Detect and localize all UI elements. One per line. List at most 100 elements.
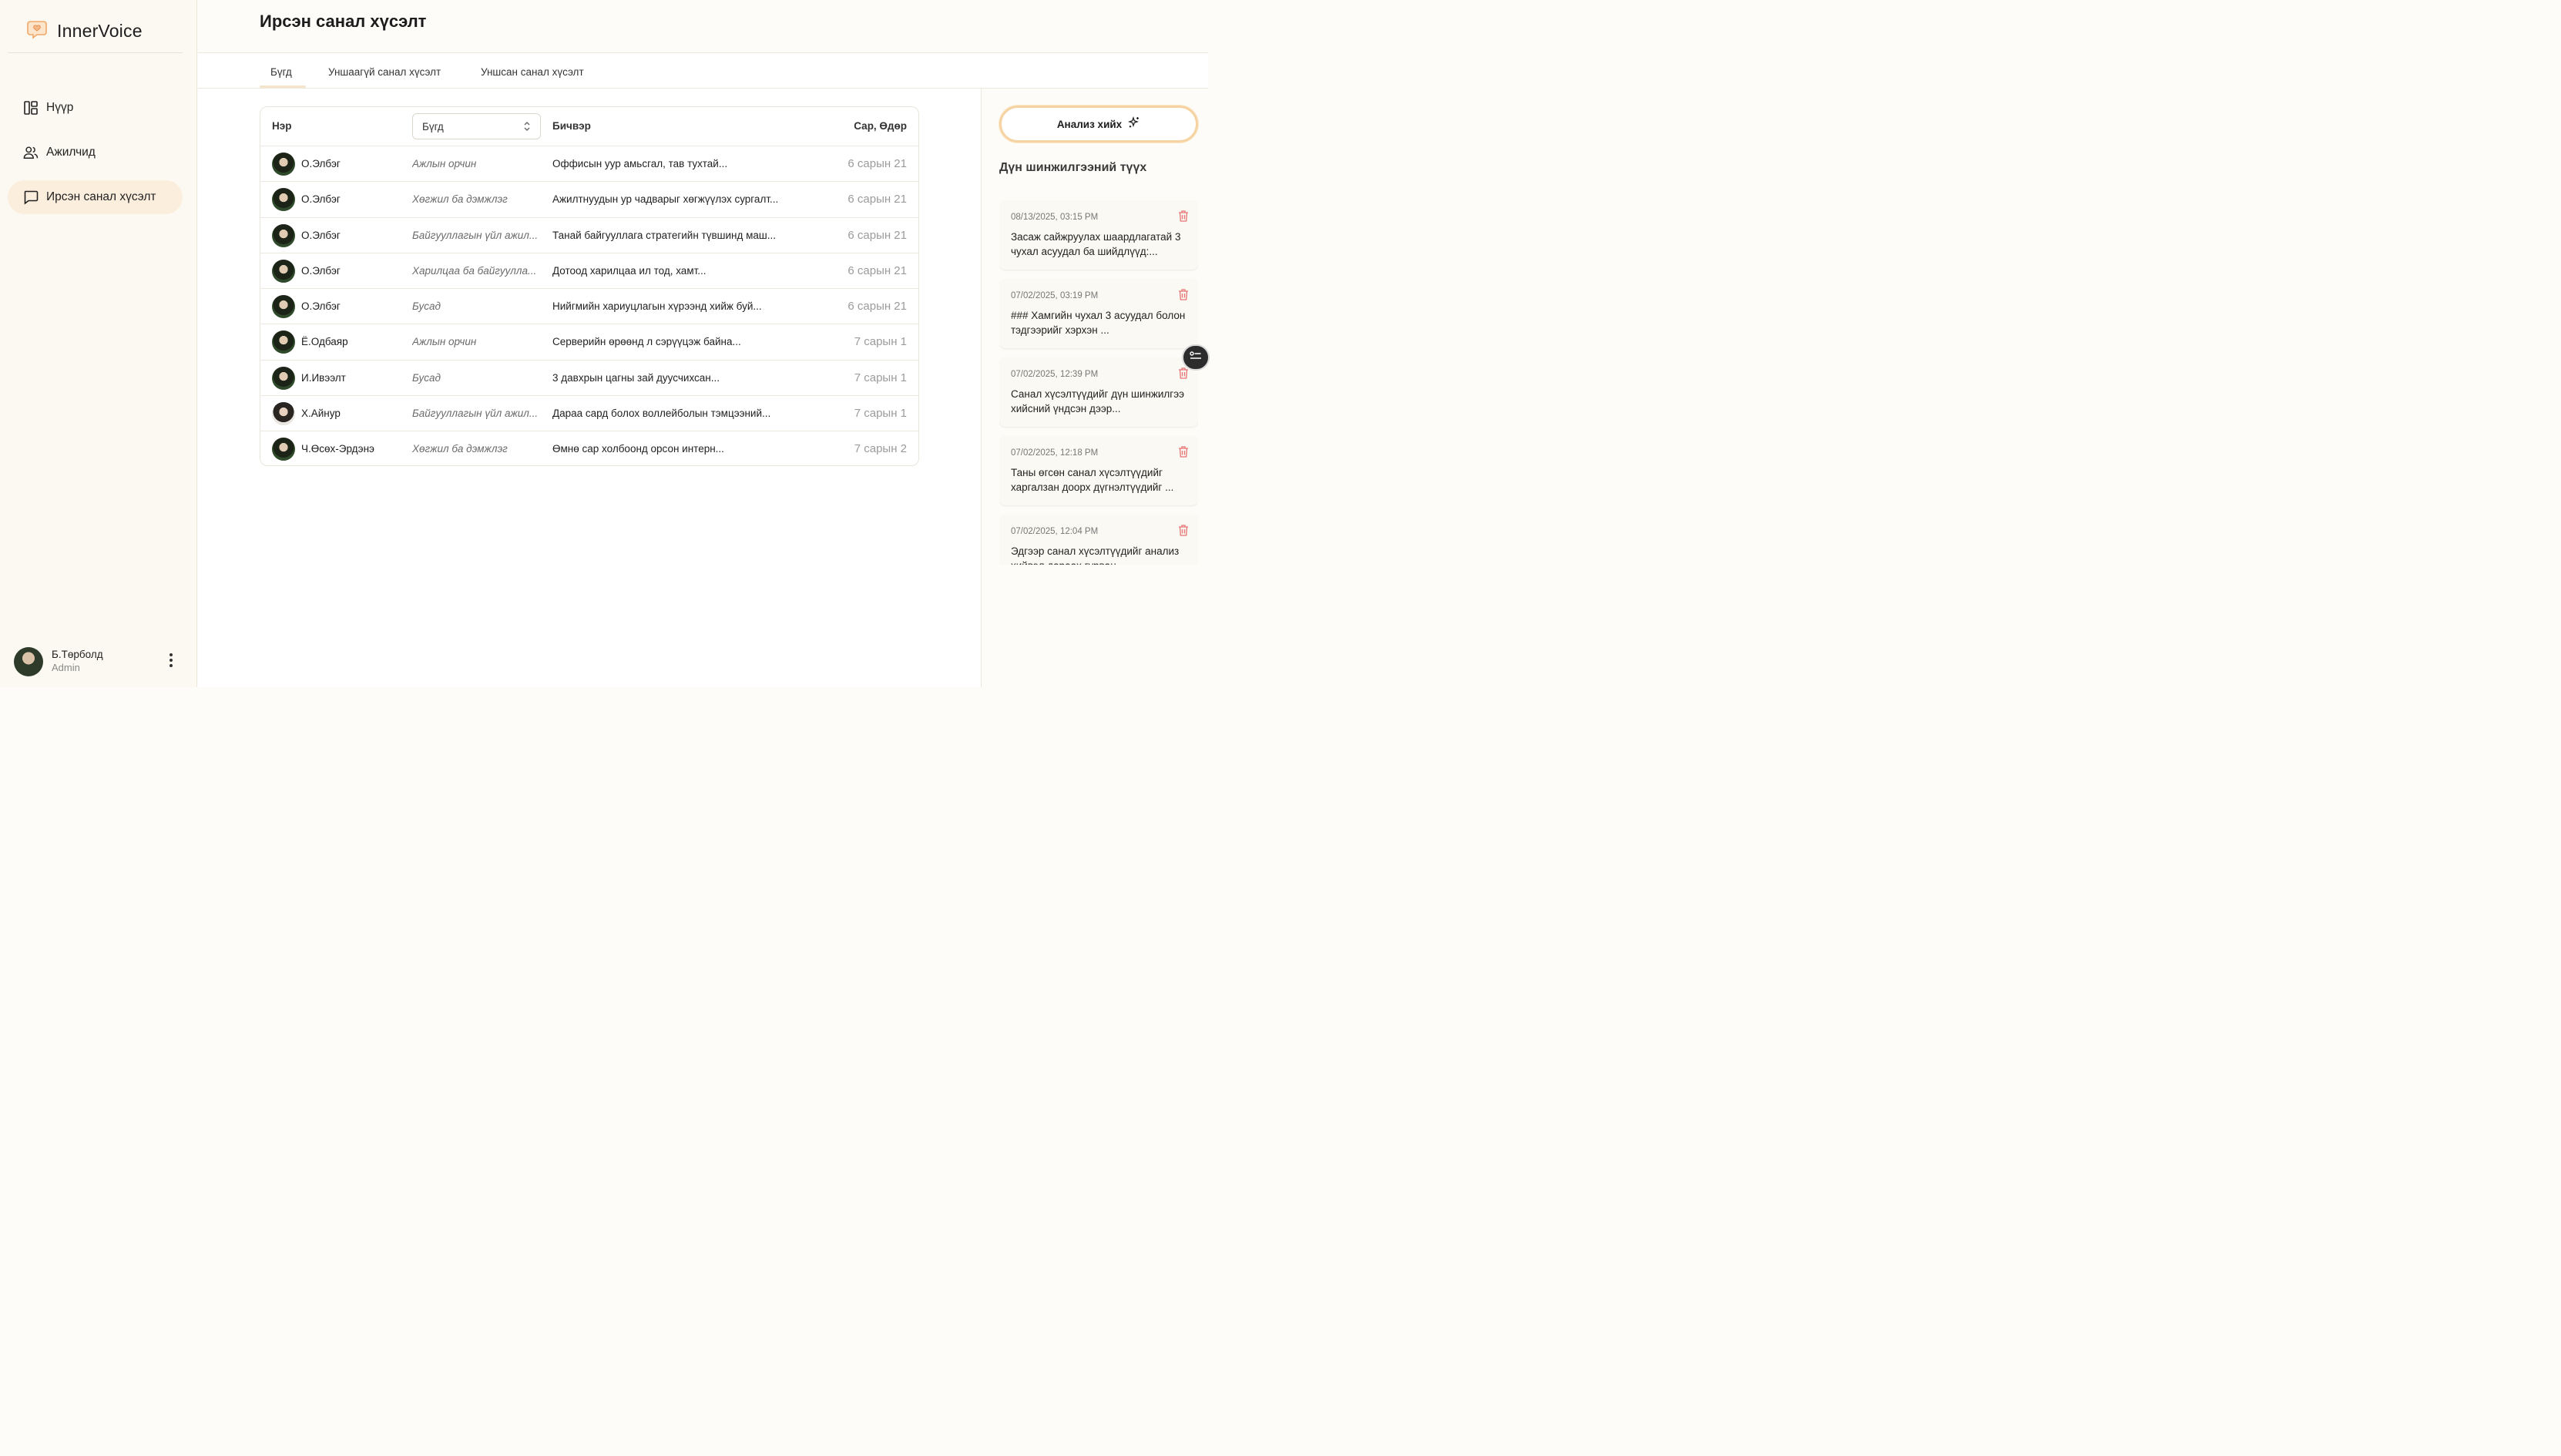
trash-icon[interactable] (1177, 367, 1190, 384)
table-row[interactable]: О.Элбэг Ажлын орчин Оффисын уур амьсгал,… (260, 146, 918, 183)
row-date: 6 сарын 21 (848, 157, 907, 170)
sidebar: InnerVoice Нүүр Ажилчид Ирсэн санал хүсэ… (0, 0, 197, 687)
row-category: Хөгжил ба дэмжлэг (412, 443, 508, 455)
analysis-panel: Анализ хийх Дүн шинжилгээний түүх 08/13/… (981, 89, 1208, 687)
row-date: 6 сарын 21 (848, 263, 907, 277)
user-name: Б.Төрболд (52, 649, 103, 661)
row-date: 6 сарын 21 (848, 300, 907, 314)
sidebar-item-label: Ажилчид (46, 146, 96, 159)
history-item-date: 07/02/2025, 03:19 PM (1011, 291, 1099, 300)
main-nav: Нүүр Ажилчид Ирсэн санал хүсэлт (8, 91, 183, 225)
row-category: Байгууллагын үйл ажил... (412, 408, 539, 420)
row-name: О.Элбэг (301, 229, 341, 241)
avatar (272, 330, 295, 354)
trash-icon[interactable] (1177, 288, 1190, 305)
sidebar-item-label: Нүүр (46, 101, 74, 114)
user-info: Б.Төрболд Admin (52, 649, 103, 674)
table-row[interactable]: И.Ивээлт Бусад 3 давхрын цагны зай дуусч… (260, 361, 918, 397)
toggle-panel-button[interactable] (1182, 344, 1210, 371)
avatar (272, 402, 295, 426)
row-message: 3 давхрын цагны зай дуусчихсан... (552, 371, 720, 384)
page-header: Ирсэн санал хүсэлт (198, 0, 1208, 53)
history-item-text: Таны өгсөн санал хүсэлтүүдийг харгалзан … (1011, 467, 1174, 493)
history-item[interactable]: 07/02/2025, 12:04 PM Эдгээр санал хүсэлт… (999, 515, 1198, 565)
history-item-text: Санал хүсэлтүүдийг дүн шинжилгээ хийсний… (1011, 388, 1184, 414)
history-item[interactable]: 07/02/2025, 12:39 PM Санал хүсэлтүүдийг … (999, 357, 1198, 427)
divider (8, 52, 183, 53)
row-name: И.Ивээлт (301, 371, 346, 384)
sidebar-item-home[interactable]: Нүүр (8, 91, 183, 125)
row-category: Ажлын орчин (412, 336, 477, 348)
column-header-name[interactable]: Нэр (272, 120, 291, 132)
category-filter-select[interactable]: Бүгд (412, 113, 541, 139)
tab-unread[interactable]: Уншаагүй санал хүсэлт (328, 66, 441, 78)
row-name: О.Элбэг (301, 158, 341, 169)
history-item-text: ### Хамгийн чухал 3 асуудал болон тэдгээ… (1011, 310, 1186, 336)
avatar (272, 188, 295, 212)
sidebar-item-feedback[interactable]: Ирсэн санал хүсэлт (8, 180, 183, 214)
row-date: 6 сарын 21 (848, 228, 907, 242)
analyze-button[interactable]: Анализ хийх (999, 106, 1198, 143)
table-row[interactable]: Ч.Өсөх-Эрдэнэ Хөгжил ба дэмжлэг Өмнө сар… (260, 431, 918, 465)
avatar (272, 295, 295, 319)
row-message: Дотоод харилцаа ил тод, хамт... (552, 264, 707, 277)
row-message: Серверийн өрөөнд л сэрүүцэж байна... (552, 336, 741, 348)
feedback-table: Нэр Бүгд Бичвэр Сар, Өдөр О.Элбэг Ажлын … (260, 106, 919, 466)
table-row[interactable]: О.Элбэг Хөгжил ба дэмжлэг Ажилтнуудын ур… (260, 182, 918, 218)
user-role: Admin (52, 662, 80, 674)
row-name: О.Элбэг (301, 193, 341, 206)
brand[interactable]: InnerVoice (26, 18, 143, 44)
row-message: Өмнө сар холбоонд орсон интерн... (552, 443, 724, 455)
row-category: Ажлын орчин (412, 158, 477, 169)
row-name: О.Элбэг (301, 300, 341, 313)
chat-heart-logo-icon (26, 18, 48, 44)
list-filter-icon (1190, 351, 1202, 365)
history-item-date: 08/13/2025, 03:15 PM (1011, 213, 1099, 222)
table-row[interactable]: О.Элбэг Бусад Нийгмийн хариуцлагын хүрээ… (260, 289, 918, 325)
page-title: Ирсэн санал хүсэлт (260, 12, 427, 31)
trash-icon[interactable] (1177, 524, 1190, 541)
trash-icon[interactable] (1177, 210, 1190, 226)
active-tab-indicator (260, 86, 306, 88)
avatar (272, 223, 295, 247)
avatar (14, 647, 43, 676)
row-message: Оффисын уур амьсгал, тав тухтай... (552, 158, 728, 169)
history-item-text: Эдгээр санал хүсэлтүүдийг анализ хийвэл … (1011, 545, 1180, 565)
row-category: Бусад (412, 300, 441, 313)
tab-all[interactable]: Бүгд (270, 66, 292, 78)
user-profile[interactable]: Б.Төрболд Admin (14, 646, 183, 678)
table-row[interactable]: Х.Айнур Байгууллагын үйл ажил... Дараа с… (260, 396, 918, 432)
sidebar-item-label: Ирсэн санал хүсэлт (46, 190, 156, 203)
history-item-date: 07/02/2025, 12:18 PM (1011, 448, 1099, 458)
table-row[interactable]: О.Элбэг Харилцаа ба байгууллa... Дотоод … (260, 253, 918, 290)
column-header-date[interactable]: Сар, Өдөр (854, 120, 907, 132)
avatar (272, 259, 295, 283)
row-category: Бусад (412, 371, 441, 384)
row-date: 7 сарын 1 (854, 407, 907, 421)
tab-read[interactable]: Уншсан санал хүсэлт (481, 66, 584, 78)
history-item-date: 07/02/2025, 12:04 PM (1011, 527, 1099, 536)
history-item[interactable]: 07/02/2025, 03:19 PM ### Хамгийн чухал 3… (999, 279, 1198, 348)
sidebar-item-employees[interactable]: Ажилчид (8, 136, 183, 169)
row-message: Ажилтнуудын ур чадварыг хөгжүүлэх сургал… (552, 193, 779, 206)
more-vertical-icon[interactable] (170, 653, 173, 667)
row-category: Байгууллагын үйл ажил... (412, 229, 539, 241)
avatar (272, 438, 295, 461)
trash-icon[interactable] (1177, 445, 1190, 462)
table-header: Нэр Бүгд Бичвэр Сар, Өдөр (260, 107, 918, 146)
column-header-message[interactable]: Бичвэр (552, 120, 591, 132)
row-name: Ч.Өсөх-Эрдэнэ (301, 443, 374, 455)
tab-bar: Бүгд Уншаагүй санал хүсэлт Уншсан санал … (198, 53, 1208, 89)
avatar (272, 366, 295, 390)
message-icon (23, 190, 39, 205)
row-message: Танай байгууллага стратегийн түвшинд маш… (552, 229, 776, 241)
history-item[interactable]: 07/02/2025, 12:18 PM Таны өгсөн санал хү… (999, 436, 1198, 505)
history-item[interactable]: 08/13/2025, 03:15 PM Засаж сайжруулах ша… (999, 200, 1198, 270)
users-icon (23, 145, 39, 160)
table-row[interactable]: Ё.Одбаяр Ажлын орчин Серверийн өрөөнд л … (260, 324, 918, 361)
analysis-history-list[interactable]: 08/13/2025, 03:15 PM Засаж сайжруулах ша… (999, 200, 1198, 565)
brand-name: InnerVoice (57, 21, 143, 41)
analyze-button-label: Анализ хийх (1056, 118, 1123, 130)
main-content: Нэр Бүгд Бичвэр Сар, Өдөр О.Элбэг Ажлын … (198, 89, 981, 687)
table-row[interactable]: О.Элбэг Байгууллагын үйл ажил... Танай б… (260, 218, 918, 253)
